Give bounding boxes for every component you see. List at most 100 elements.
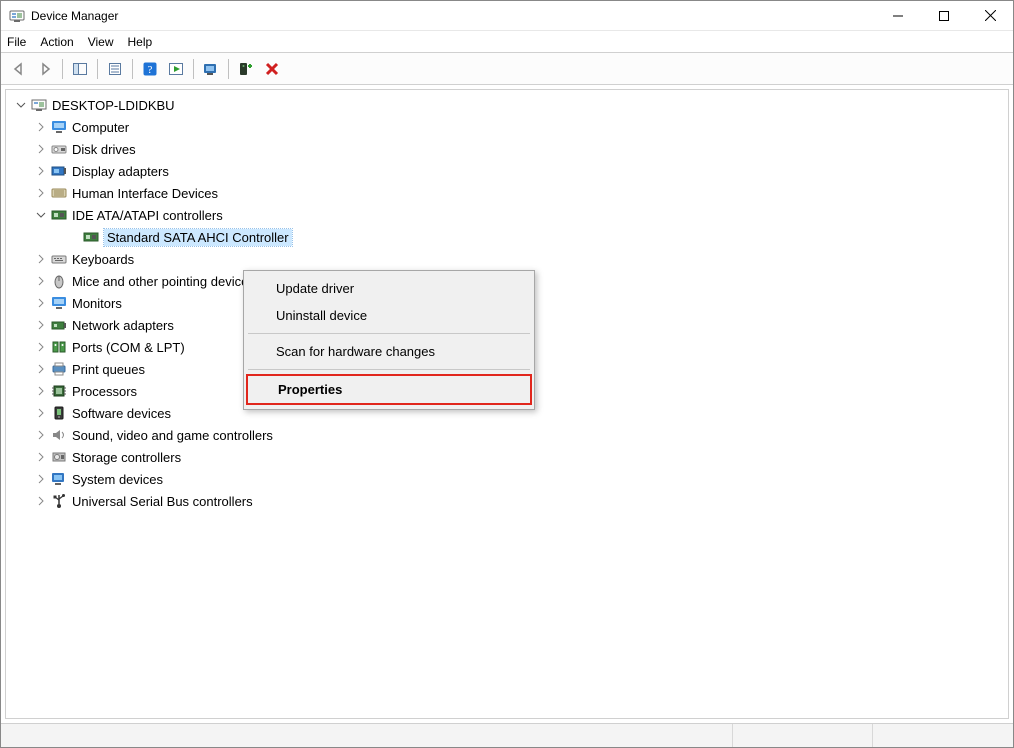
tree-item-sata-controller[interactable]: Standard SATA AHCI Controller — [12, 226, 1002, 248]
keyboard-icon — [50, 250, 68, 268]
tree-item-storage-controllers[interactable]: Storage controllers — [12, 446, 1002, 468]
hid-icon — [50, 184, 68, 202]
tree-item-label: Keyboards — [72, 252, 134, 267]
chevron-right-icon[interactable] — [34, 142, 48, 156]
tree-item-label: Network adapters — [72, 318, 174, 333]
chevron-right-icon[interactable] — [34, 406, 48, 420]
chevron-right-icon[interactable] — [34, 252, 48, 266]
tree-item-label: Universal Serial Bus controllers — [72, 494, 253, 509]
tree-item-disk-drives[interactable]: Disk drives — [12, 138, 1002, 160]
app-icon — [9, 8, 25, 24]
chevron-right-icon[interactable] — [34, 164, 48, 178]
chevron-down-icon[interactable] — [14, 98, 28, 112]
tree-item-ide[interactable]: IDE ATA/ATAPI controllers — [12, 204, 1002, 226]
toolbar-separator — [193, 59, 194, 79]
ctx-scan-hardware[interactable]: Scan for hardware changes — [246, 338, 532, 365]
tree-root[interactable]: DESKTOP-LDIDKBU — [12, 94, 1002, 116]
display-adapter-icon — [50, 162, 68, 180]
chevron-right-icon[interactable] — [34, 494, 48, 508]
printer-icon — [50, 360, 68, 378]
chevron-right-icon[interactable] — [34, 318, 48, 332]
minimize-button[interactable] — [875, 1, 921, 31]
toolbar-separator — [97, 59, 98, 79]
tree-item-label: Human Interface Devices — [72, 186, 218, 201]
chevron-right-icon[interactable] — [34, 450, 48, 464]
chevron-right-icon[interactable] — [34, 428, 48, 442]
tree-item-system-devices[interactable]: System devices — [12, 468, 1002, 490]
menu-action[interactable]: Action — [40, 35, 73, 49]
network-adapter-icon — [50, 316, 68, 334]
toolbar-separator — [132, 59, 133, 79]
help-button[interactable]: ? — [138, 57, 162, 81]
tree-item-label: Sound, video and game controllers — [72, 428, 273, 443]
context-menu: Update driver Uninstall device Scan for … — [243, 270, 535, 410]
mouse-icon — [50, 272, 68, 290]
computer-icon — [30, 96, 48, 114]
menu-view[interactable]: View — [88, 35, 114, 49]
statusbar — [1, 723, 1013, 747]
tree-item-label: Print queues — [72, 362, 145, 377]
context-menu-separator — [248, 333, 530, 334]
controller-icon — [82, 228, 100, 246]
chevron-right-icon[interactable] — [34, 362, 48, 376]
tree-item-computer[interactable]: Computer — [12, 116, 1002, 138]
tree-item-label: Ports (COM & LPT) — [72, 340, 185, 355]
properties-button[interactable] — [103, 57, 127, 81]
toolbar-separator — [62, 59, 63, 79]
menu-file[interactable]: File — [7, 35, 26, 49]
monitor-icon — [50, 118, 68, 136]
chevron-down-icon[interactable] — [34, 208, 48, 222]
ctx-update-driver[interactable]: Update driver — [246, 275, 532, 302]
tree-item-sound[interactable]: Sound, video and game controllers — [12, 424, 1002, 446]
tree-item-label: Standard SATA AHCI Controller — [104, 229, 292, 246]
status-cell — [1, 724, 733, 747]
add-legacy-hardware-button[interactable] — [234, 57, 258, 81]
back-button[interactable] — [7, 57, 31, 81]
forward-button[interactable] — [33, 57, 57, 81]
device-manager-window: Device Manager File Action View Help — [0, 0, 1014, 748]
tree-item-hid[interactable]: Human Interface Devices — [12, 182, 1002, 204]
tree-item-label: Computer — [72, 120, 129, 135]
tree-item-usb[interactable]: Universal Serial Bus controllers — [12, 490, 1002, 512]
toolbar: ? — [1, 53, 1013, 85]
tree-item-label: Mice and other pointing devices — [72, 274, 255, 289]
tree-item-label: Display adapters — [72, 164, 169, 179]
window-title: Device Manager — [31, 9, 118, 23]
tree-item-label: System devices — [72, 472, 163, 487]
ctx-properties[interactable]: Properties — [246, 374, 532, 405]
chevron-right-icon[interactable] — [34, 340, 48, 354]
context-menu-separator — [248, 369, 530, 370]
processor-icon — [50, 382, 68, 400]
close-button[interactable] — [967, 1, 1013, 31]
tree-item-keyboards[interactable]: Keyboards — [12, 248, 1002, 270]
disk-drive-icon — [50, 140, 68, 158]
svg-text:?: ? — [148, 64, 153, 76]
ctx-uninstall-device[interactable]: Uninstall device — [246, 302, 532, 329]
uninstall-device-button[interactable] — [260, 57, 284, 81]
tree-item-label: Processors — [72, 384, 137, 399]
chevron-right-icon[interactable] — [34, 472, 48, 486]
tree-item-display-adapters[interactable]: Display adapters — [12, 160, 1002, 182]
monitor-icon — [50, 294, 68, 312]
status-cell — [873, 724, 1013, 747]
chevron-right-icon[interactable] — [34, 120, 48, 134]
menu-help[interactable]: Help — [128, 35, 153, 49]
chevron-right-icon[interactable] — [34, 274, 48, 288]
system-device-icon — [50, 470, 68, 488]
tree-item-label: Software devices — [72, 406, 171, 421]
chevron-right-icon[interactable] — [34, 384, 48, 398]
status-cell — [733, 724, 873, 747]
port-icon — [50, 338, 68, 356]
scan-hardware-button[interactable] — [199, 57, 223, 81]
show-hide-console-button[interactable] — [68, 57, 92, 81]
action-button[interactable] — [164, 57, 188, 81]
toolbar-separator — [228, 59, 229, 79]
chevron-right-icon[interactable] — [34, 186, 48, 200]
controller-icon — [50, 206, 68, 224]
chevron-right-icon[interactable] — [34, 296, 48, 310]
maximize-button[interactable] — [921, 1, 967, 31]
titlebar: Device Manager — [1, 1, 1013, 31]
window-controls — [875, 1, 1013, 31]
tree-item-label: Storage controllers — [72, 450, 181, 465]
storage-controller-icon — [50, 448, 68, 466]
